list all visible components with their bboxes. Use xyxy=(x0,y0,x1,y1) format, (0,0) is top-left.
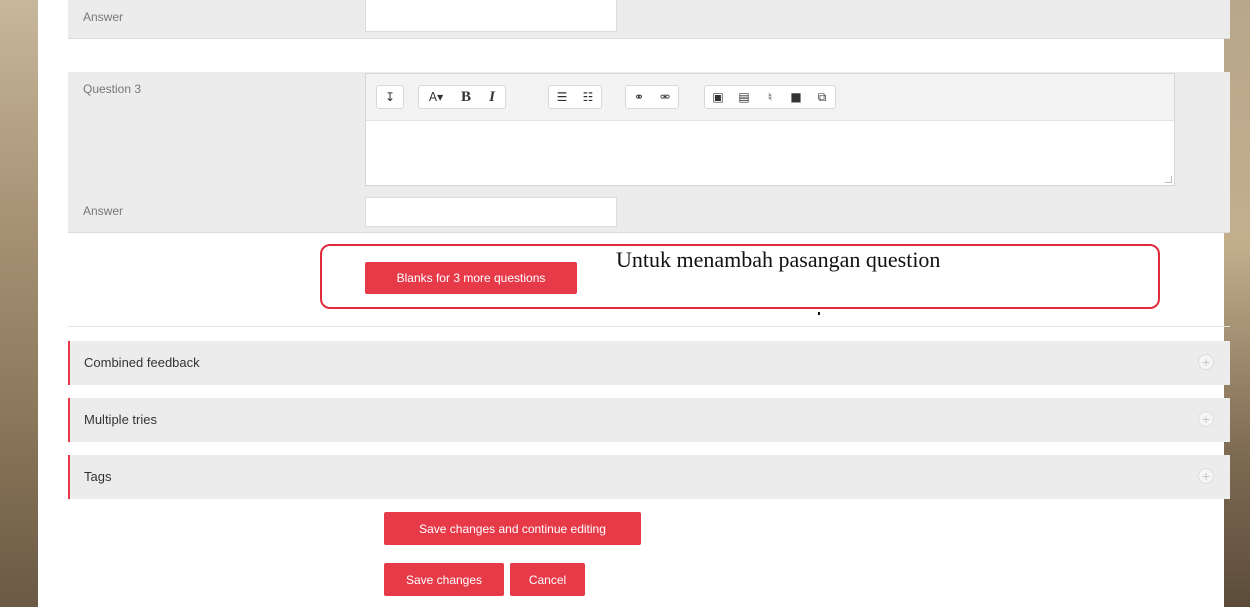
background-left xyxy=(0,0,38,607)
toolbar-group-lists: ☰ ☷ xyxy=(548,85,602,109)
section-tags[interactable]: Tags + xyxy=(68,455,1230,499)
toolbar-group-links: ⚭ ⚮ xyxy=(625,85,679,109)
answer-row-2: Answer xyxy=(68,0,1230,39)
answer-3-input[interactable] xyxy=(365,197,617,227)
expand-icon[interactable]: + xyxy=(1198,468,1214,484)
section-multiple-tries[interactable]: Multiple tries + xyxy=(68,398,1230,442)
expand-icon[interactable]: + xyxy=(1198,354,1214,370)
question-3-label: Question 3 xyxy=(83,82,142,96)
section-title: Tags xyxy=(84,469,112,484)
numbered-list-icon[interactable]: ☷ xyxy=(575,86,601,108)
record-audio-icon[interactable]: ♮ xyxy=(757,86,783,108)
section-title: Combined feedback xyxy=(84,355,200,370)
unlink-icon[interactable]: ⚮ xyxy=(652,86,678,108)
media-icon[interactable]: ▤ xyxy=(731,86,757,108)
section-combined-feedback[interactable]: Combined feedback + xyxy=(68,341,1230,385)
divider xyxy=(68,326,1230,327)
manage-files-icon[interactable]: ⧉ xyxy=(809,86,835,108)
annotation-text: Untuk menambah pasangan question xyxy=(616,247,941,272)
font-style-icon[interactable]: A▾ xyxy=(419,86,453,108)
answer-label: Answer xyxy=(83,10,124,24)
cancel-button[interactable]: Cancel xyxy=(510,563,585,596)
answer-2-input[interactable] xyxy=(365,0,617,32)
bold-icon[interactable]: B xyxy=(453,86,479,108)
expand-icon[interactable]: + xyxy=(1198,411,1214,427)
annotation-mark xyxy=(818,312,820,315)
editor-toolbar: ↧ A▾ B I ☰ ☷ ⚭ ⚮ ▣ ▤ ♮ ■ ⧉ xyxy=(366,74,1174,121)
italic-icon[interactable]: I xyxy=(479,86,505,108)
resize-handle[interactable] xyxy=(1165,176,1172,183)
answer-label: Answer xyxy=(83,204,124,218)
question-3-editor[interactable]: ↧ A▾ B I ☰ ☷ ⚭ ⚮ ▣ ▤ ♮ ■ ⧉ xyxy=(365,73,1175,186)
record-video-icon[interactable]: ■ xyxy=(783,86,809,108)
toolbar-group-format: A▾ B I xyxy=(418,85,506,109)
link-icon[interactable]: ⚭ xyxy=(626,86,652,108)
save-button[interactable]: Save changes xyxy=(384,563,504,596)
toolbar-group-collapse: ↧ xyxy=(376,85,404,109)
toolbar-group-media: ▣ ▤ ♮ ■ ⧉ xyxy=(704,85,836,109)
image-icon[interactable]: ▣ xyxy=(705,86,731,108)
collapse-icon[interactable]: ↧ xyxy=(377,86,403,108)
question-form: Answer Question 3 Answer ↧ A▾ B I ☰ ☷ ⚭ … xyxy=(38,0,1230,607)
bullet-list-icon[interactable]: ☰ xyxy=(549,86,575,108)
section-title: Multiple tries xyxy=(84,412,157,427)
save-and-continue-button[interactable]: Save changes and continue editing xyxy=(384,512,641,545)
